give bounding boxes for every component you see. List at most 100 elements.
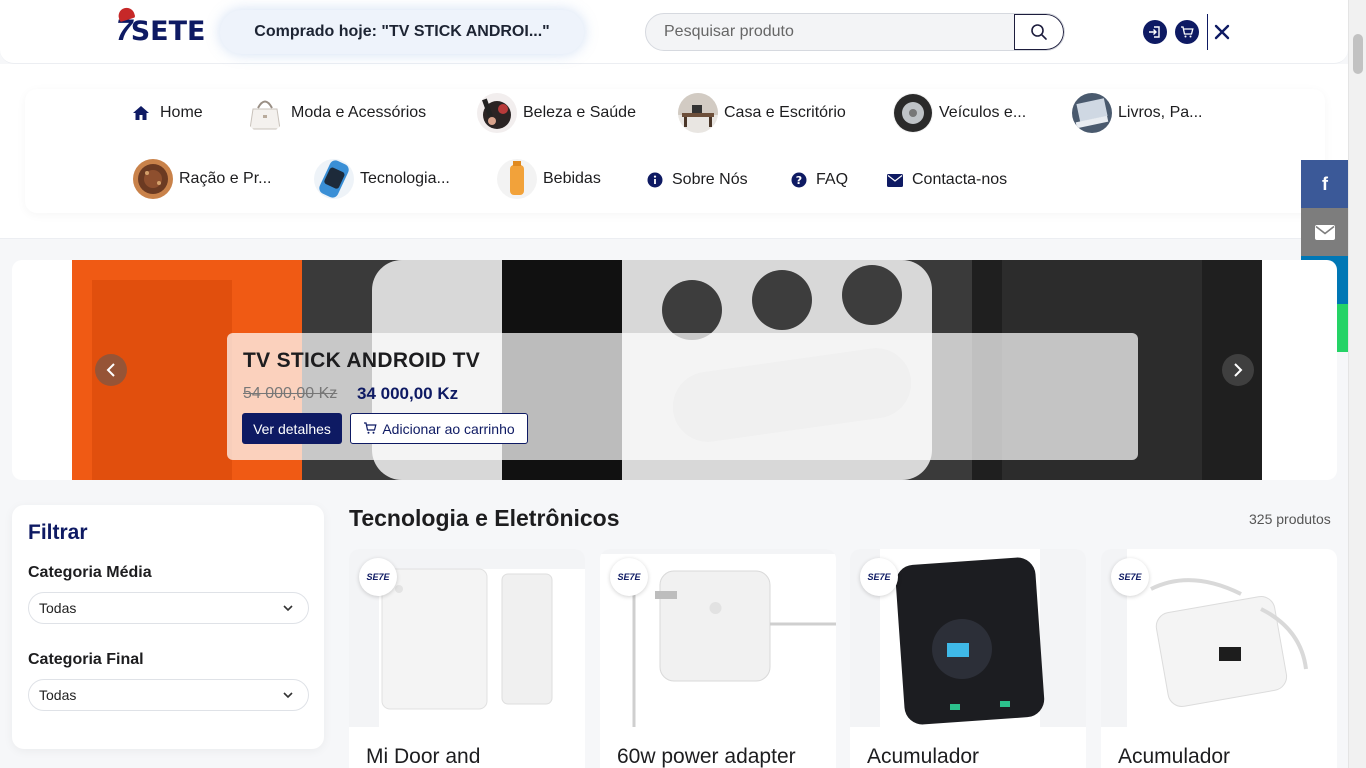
product-name: Acumulador xyxy=(867,745,980,768)
nav-item-tecnologia[interactable]: Tecnologia... xyxy=(314,159,450,199)
email-icon xyxy=(1315,224,1335,240)
page: 7 SETE Comprado hoje: "TV STICK ANDROI..… xyxy=(0,0,1366,768)
bought-today-banner[interactable]: Comprado hoje: "TV STICK ANDROI..." xyxy=(220,10,584,54)
search-bar xyxy=(645,13,1065,51)
category-final-label: Categoria Final xyxy=(28,651,144,668)
header-divider xyxy=(1207,14,1208,50)
nav-item-label: Sobre Nós xyxy=(672,171,748,188)
nav-item-label: Livros, Pa... xyxy=(1118,104,1203,121)
view-details-label: Ver detalhes xyxy=(253,420,331,437)
brand-badge-text: SE7E xyxy=(867,572,891,582)
brand-badge: SE7E xyxy=(860,558,898,596)
nav-item-label: FAQ xyxy=(816,171,849,188)
product-name: Mi Door and xyxy=(366,745,481,768)
nav-item-label: Bebidas xyxy=(543,170,601,187)
brand-badge-text: SE7E xyxy=(1118,572,1142,582)
nav-item-home[interactable]: Home xyxy=(132,104,203,122)
nav-item-beleza[interactable]: Beleza e Saúde xyxy=(477,93,636,133)
login-button[interactable] xyxy=(1143,20,1167,44)
category-final-select[interactable]: Todas xyxy=(28,679,309,711)
scrollbar-thumb[interactable] xyxy=(1353,34,1363,74)
category-medium-select[interactable]: Todas xyxy=(28,592,309,624)
home-icon xyxy=(132,104,150,122)
nav-item-label: Veículos e... xyxy=(939,104,1027,121)
office-desk-thumb xyxy=(678,93,718,133)
cart-icon xyxy=(364,422,377,434)
nav-item-sobre[interactable]: Sobre Nós xyxy=(646,171,748,189)
nav-item-casa[interactable]: Casa e Escritório xyxy=(678,93,846,133)
chevron-down-icon xyxy=(283,692,293,699)
brand-badge-text: SE7E xyxy=(617,572,641,582)
product-card[interactable]: SE7E Acumulador xyxy=(850,549,1086,768)
envelope-icon xyxy=(886,171,904,189)
pet-food-thumb xyxy=(133,159,173,199)
carousel-next-button[interactable] xyxy=(1222,354,1254,386)
close-icon xyxy=(1214,24,1230,40)
nav-item-racao[interactable]: Ração e Pr... xyxy=(133,159,272,199)
product-name: Acumulador xyxy=(1118,745,1231,768)
filter-title: Filtrar xyxy=(28,521,88,544)
hero-new-price: 34 000,00 Kz xyxy=(357,384,459,403)
view-details-button[interactable]: Ver detalhes xyxy=(242,413,342,444)
product-card[interactable]: SE7E Acumulador xyxy=(1101,549,1337,768)
search-input[interactable] xyxy=(646,14,1016,50)
add-to-cart-label: Adicionar ao carrinho xyxy=(382,420,515,437)
nav-item-veiculos[interactable]: Veículos e... xyxy=(893,93,1026,133)
search-button[interactable] xyxy=(1014,14,1064,50)
question-icon: ? xyxy=(790,171,808,189)
brand-badge: SE7E xyxy=(359,558,397,596)
bought-today-text: Comprado hoje: "TV STICK ANDROI..." xyxy=(254,23,550,40)
svg-text:?: ? xyxy=(796,174,802,187)
page-scrollbar[interactable] xyxy=(1348,0,1366,768)
nav-item-label: Casa e Escritório xyxy=(724,104,846,121)
logo-seven: 7 xyxy=(116,5,136,48)
tire-thumb xyxy=(893,93,933,133)
category-medium-label: Categoria Média xyxy=(28,564,152,581)
cart-button[interactable] xyxy=(1175,20,1199,44)
chevron-right-icon xyxy=(1234,363,1243,377)
nav-item-label: Tecnologia... xyxy=(360,170,450,187)
info-icon xyxy=(646,171,664,189)
login-icon xyxy=(1149,26,1160,38)
nav-item-label: Contacta-nos xyxy=(912,171,1008,188)
nav-item-contacto[interactable]: Contacta-nos xyxy=(886,171,1007,189)
facebook-icon: f xyxy=(1322,173,1328,194)
share-email-button[interactable] xyxy=(1301,208,1349,256)
hero-title: TV STICK ANDROID TV xyxy=(243,349,481,372)
search-icon xyxy=(1031,24,1047,40)
header: 7 SETE Comprado hoje: "TV STICK ANDROI..… xyxy=(0,0,1348,64)
product-card[interactable]: SE7E 60w power adapter xyxy=(600,549,836,768)
brand-badge: SE7E xyxy=(610,558,648,596)
brand-badge: SE7E xyxy=(1111,558,1149,596)
nav-item-moda[interactable]: Moda e Acessórios xyxy=(245,93,426,133)
product-card[interactable]: SE7E Mi Door and xyxy=(349,549,585,768)
nav-item-bebidas[interactable]: Bebidas xyxy=(497,159,601,199)
smartwatch-thumb xyxy=(314,159,354,199)
laptop-thumb xyxy=(1072,93,1112,133)
section-title: Tecnologia e Eletrônicos xyxy=(349,505,620,531)
nav-item-faq[interactable]: ? FAQ xyxy=(790,171,848,189)
site-logo[interactable]: 7 SETE xyxy=(116,5,206,48)
logo-word: SETE xyxy=(130,15,206,47)
category-medium-value: Todas xyxy=(39,600,77,616)
hero-product-card: TV STICK ANDROID TV 54 000,00 Kz 34 000,… xyxy=(227,333,1138,460)
category-final-value: Todas xyxy=(39,687,77,703)
add-to-cart-button[interactable]: Adicionar ao carrinho xyxy=(350,413,528,444)
filter-panel: Filtrar Categoria Média Todas Categoria … xyxy=(12,505,324,749)
carousel-prev-button[interactable] xyxy=(95,354,127,386)
nav-item-label: Beleza e Saúde xyxy=(523,104,636,121)
makeup-brush-thumb xyxy=(477,93,517,133)
cart-icon xyxy=(1181,26,1194,38)
juice-thumb xyxy=(497,159,537,199)
nav-item-label: Ração e Pr... xyxy=(179,170,272,187)
share-facebook-button[interactable]: f xyxy=(1301,160,1349,208)
nav-item-livros[interactable]: Livros, Pa... xyxy=(1072,93,1202,133)
brand-badge-text: SE7E xyxy=(366,572,390,582)
hero-old-price: 54 000,00 Kz xyxy=(243,385,338,402)
chevron-left-icon xyxy=(106,363,115,377)
product-name: 60w power adapter xyxy=(617,745,796,768)
nav-item-label: Moda e Acessórios xyxy=(291,104,427,121)
product-count: 325 produtos xyxy=(1249,511,1331,527)
close-button[interactable] xyxy=(1211,20,1233,44)
handbag-thumb xyxy=(245,93,285,133)
